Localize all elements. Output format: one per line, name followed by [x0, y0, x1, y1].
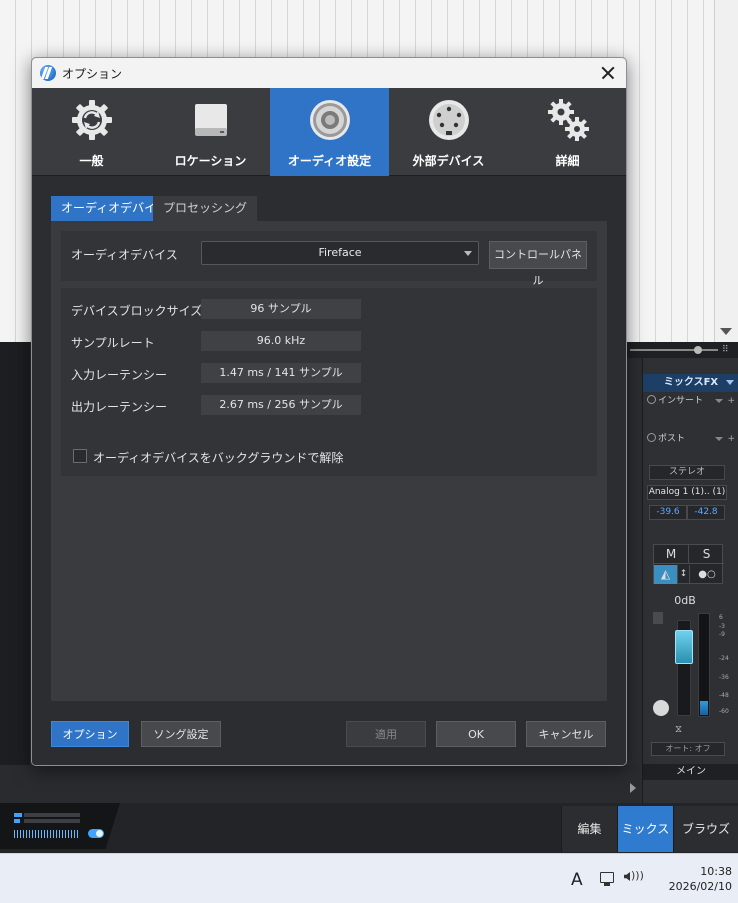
category-locations[interactable]: ロケーション — [151, 88, 270, 176]
close-icon[interactable] — [596, 61, 620, 85]
category-external-devices[interactable]: 外部デバイス — [389, 88, 508, 176]
record-mode-icon[interactable] — [653, 700, 669, 716]
disk-meter — [14, 819, 20, 823]
output-latency-value: 2.67 ms / 256 サンプル — [201, 395, 361, 415]
release-device-label[interactable]: オーディオデバイスをバックグラウンドで解除 — [93, 449, 343, 466]
zoom-knob[interactable] — [694, 346, 702, 354]
mute-solo-block: M S ◭ ↕ ●○ — [653, 544, 724, 584]
zoom-track — [630, 349, 718, 351]
pan-icon[interactable] — [653, 612, 663, 624]
solo-button[interactable]: S — [689, 545, 724, 564]
audio-device-select[interactable]: Fireface — [201, 241, 479, 265]
studio-one-logo-icon — [40, 65, 56, 81]
category-general[interactable]: 一般 — [32, 88, 151, 176]
channel-name[interactable]: メイン — [643, 764, 738, 780]
sample-rate-label: サンプルレート — [71, 336, 155, 350]
peak-left[interactable]: -39.6 — [649, 505, 687, 520]
chevron-down-icon[interactable] — [715, 437, 723, 441]
cpu-meter — [14, 813, 22, 817]
title-bar[interactable]: オプション — [32, 58, 626, 88]
insert-slot[interactable]: インサート + — [647, 394, 735, 408]
chevron-down-icon — [464, 251, 472, 256]
main-channel-strip: ミックスFX インサート + ポスト + ステレオ Analog 1 (1).. (… — [630, 358, 738, 803]
midi-port-icon — [429, 100, 469, 140]
power-icon[interactable] — [647, 433, 656, 442]
chevron-down-icon[interactable] — [715, 399, 723, 403]
stereo-mode[interactable]: ステレオ — [649, 465, 725, 480]
network-icon[interactable] — [600, 872, 614, 886]
link-toggle-icon[interactable]: ●○ — [690, 565, 724, 584]
speaker-icon[interactable] — [624, 872, 630, 881]
tab-processing[interactable]: プロセッシング — [153, 196, 258, 221]
resize-grip-icon[interactable]: ⠿ — [722, 345, 729, 355]
cancel-button[interactable]: キャンセル — [526, 721, 606, 747]
windows-taskbar: A ))) 10:38 2026/02/10 — [0, 853, 738, 903]
automation-icon[interactable]: ⧖ — [675, 724, 682, 735]
automation-mode[interactable]: オート: オフ — [651, 742, 725, 756]
power-icon[interactable] — [647, 395, 656, 404]
record-arm-icon[interactable]: ↕ — [678, 565, 690, 584]
performance-monitor[interactable] — [0, 803, 120, 849]
output-latency-label: 出力レーテンシー — [71, 400, 168, 414]
speaker-icon — [310, 100, 350, 140]
audio-setup-content: オーディオデバイス プロセッシング オーディオデバイス Fireface コント… — [32, 177, 626, 765]
gears-icon — [548, 99, 589, 141]
bottom-bar: 編集 ミックス ブラウズ — [0, 803, 738, 853]
device-info-box: デバイスブロックサイズ 96 サンプル サンプルレート 96.0 kHz 入力レ… — [61, 288, 597, 476]
clock[interactable]: 10:38 2026/02/10 — [660, 864, 732, 894]
options-dialog: オプション 一般 ロケーション オーディオ設定 外部デバイス 詳細 オーディオデ… — [31, 57, 627, 766]
add-icon[interactable]: + — [727, 394, 735, 408]
peak-right[interactable]: -42.8 — [687, 505, 725, 520]
monitor-icon[interactable]: ◭ — [654, 565, 678, 584]
toggle-icon[interactable] — [88, 829, 104, 838]
category-advanced[interactable]: 詳細 — [508, 88, 626, 176]
volume-fader[interactable] — [675, 630, 693, 664]
add-icon[interactable]: + — [727, 432, 735, 446]
options-button[interactable]: オプション — [51, 721, 129, 747]
audio-device-label: オーディオデバイス — [71, 248, 178, 262]
release-device-checkbox[interactable] — [73, 449, 87, 463]
waveform-icon — [14, 830, 80, 838]
drive-icon — [195, 104, 227, 136]
category-bar: 一般 ロケーション オーディオ設定 外部デバイス 詳細 — [32, 88, 626, 176]
mute-button[interactable]: M — [654, 545, 689, 564]
ime-indicator[interactable]: A — [571, 870, 583, 890]
vertical-scrollbar[interactable] — [714, 0, 738, 342]
mix-view-button[interactable]: ミックス — [617, 806, 673, 852]
mix-fx-header[interactable]: ミックスFX — [643, 374, 738, 392]
console-area — [0, 765, 640, 803]
post-slot[interactable]: ポスト + — [647, 432, 735, 446]
apply-button[interactable]: 適用 — [346, 721, 426, 747]
volume-waves-icon: ))) — [631, 869, 644, 882]
block-size-value: 96 サンプル — [201, 299, 361, 319]
device-row: オーディオデバイス Fireface コントロールパネル — [61, 231, 597, 287]
block-size-label: デバイスブロックサイズ — [71, 304, 203, 318]
ok-button[interactable]: OK — [436, 721, 516, 747]
input-selector[interactable]: Analog 1 (1).. (1) — [647, 485, 727, 500]
category-audio-setup[interactable]: オーディオ設定 — [270, 88, 389, 176]
input-latency-value: 1.47 ms / 141 サンプル — [201, 363, 361, 383]
control-panel-button[interactable]: コントロールパネル — [489, 241, 587, 287]
song-settings-button[interactable]: ソング設定 — [141, 721, 221, 747]
chevron-down-icon — [726, 380, 734, 385]
browse-view-button[interactable]: ブラウズ — [673, 806, 738, 852]
zoom-slider[interactable]: ⠿ — [626, 342, 738, 358]
level-meter — [698, 613, 710, 717]
input-latency-label: 入力レーテンシー — [71, 368, 168, 382]
scroll-down-icon[interactable] — [720, 328, 732, 335]
track-list-edge — [0, 342, 30, 802]
edit-view-button[interactable]: 編集 — [561, 806, 617, 852]
audio-device-panel: オーディオデバイス Fireface コントロールパネル デバイスブロックサイズ… — [51, 221, 607, 701]
gear-sync-icon — [72, 100, 112, 140]
sample-rate-value: 96.0 kHz — [201, 331, 361, 351]
gain-readout: 0dB — [674, 594, 696, 607]
dialog-title: オプション — [62, 67, 123, 81]
expand-arrow-icon[interactable] — [630, 783, 636, 793]
